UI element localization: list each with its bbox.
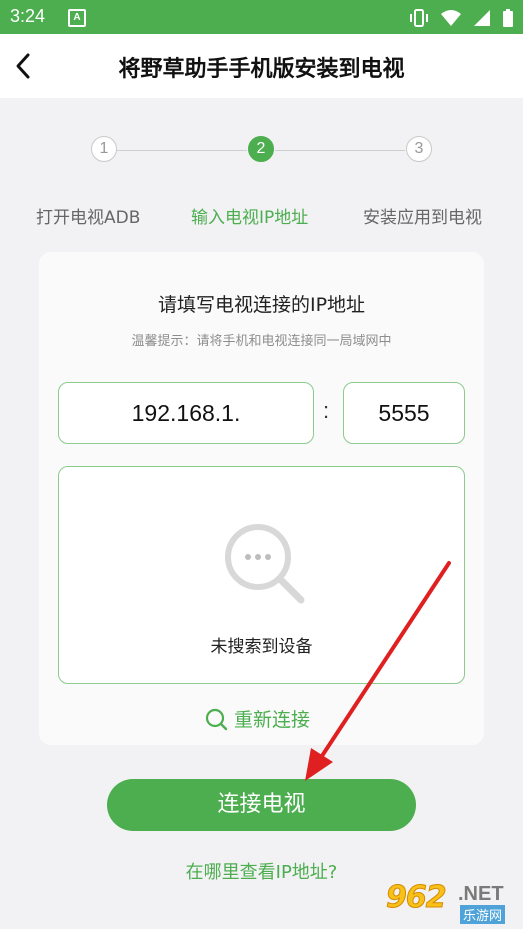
ip-port-separator: : <box>323 398 330 423</box>
step-connector-2 <box>275 150 405 151</box>
site-watermark: 962 .NET 乐游网 <box>386 880 516 926</box>
signal-icon <box>473 9 490 26</box>
step-3-label: 安装应用到电视 <box>363 208 482 228</box>
card-title: 请填写电视连接的IP地址 <box>157 294 366 316</box>
reconnect-label: 重新连接 <box>234 709 311 731</box>
connect-tv-button[interactable]: 连接电视 <box>107 779 416 831</box>
port-input[interactable]: 5555 <box>343 382 465 444</box>
watermark-number: 962 <box>386 880 448 916</box>
step-2-circle: 2 <box>248 136 274 162</box>
step-1-label: 打开电视ADB <box>36 208 141 228</box>
notification-icon: A <box>68 9 86 27</box>
card-tip: 温馨提示：请将手机和电视连接同一局域网中 <box>131 334 392 349</box>
step-1-circle: 1 <box>91 136 117 162</box>
search-empty-icon <box>225 524 305 604</box>
status-bar: 3:24 A <box>0 0 523 34</box>
no-device-text: 未搜索到设备 <box>210 637 313 657</box>
ip-address-input[interactable]: 192.168.1. <box>58 382 314 444</box>
watermark-domain: .NET <box>458 883 504 905</box>
step-3-circle: 3 <box>406 136 432 162</box>
battery-icon <box>503 8 513 27</box>
vibrate-icon <box>409 8 428 27</box>
wifi-icon <box>440 9 461 26</box>
step-connector-1 <box>117 150 247 151</box>
status-time: 3:24 <box>10 6 46 26</box>
search-icon <box>205 708 228 730</box>
page-title: 将野草助手手机版安装到电视 <box>118 57 405 82</box>
device-list: 未搜索到设备 <box>58 466 465 684</box>
reconnect-button[interactable]: 重新连接 <box>204 705 310 731</box>
app-bar: 将野草助手手机版安装到电视 <box>0 34 523 98</box>
step-2-label: 输入电视IP地址 <box>191 208 309 228</box>
watermark-site: 乐游网 <box>460 905 506 924</box>
ip-input-card: 请填写电视连接的IP地址 温馨提示：请将手机和电视连接同一局域网中 192.16… <box>39 252 484 745</box>
